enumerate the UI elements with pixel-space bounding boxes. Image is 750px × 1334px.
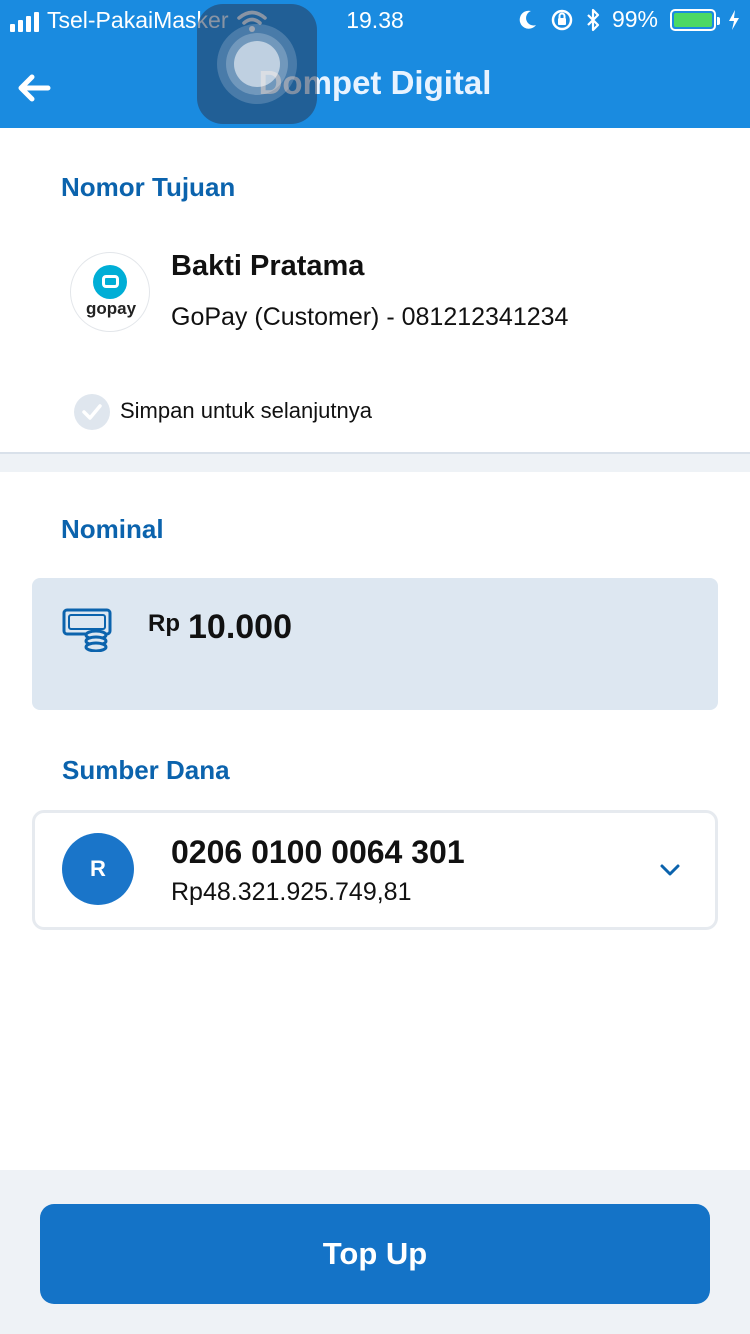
battery-icon — [670, 8, 720, 31]
app-header: Tsel-PakaiMasker 19.38 99% Dompet Digita… — [0, 0, 750, 128]
moon-icon — [519, 10, 536, 29]
destination-section-title: Nomor Tujuan — [61, 172, 236, 202]
gopay-logo-text: gopay — [85, 299, 137, 318]
save-checkbox[interactable] — [74, 394, 110, 430]
save-checkbox-label[interactable]: Simpan untuk selanjutnya — [120, 398, 372, 424]
checkmark-icon — [82, 404, 102, 420]
amount-value[interactable]: 10.000 — [188, 608, 292, 647]
recipient-detail: GoPay (Customer) - 081212341234 — [171, 303, 569, 331]
status-right: 99% — [518, 6, 740, 33]
battery-percent: 99% — [611, 6, 658, 32]
nominal-section-title: Nominal — [61, 514, 164, 544]
account-balance: Rp48.321.925.749,81 — [171, 878, 412, 906]
top-up-button[interactable]: Top Up — [40, 1204, 710, 1304]
wallet-icon — [102, 275, 119, 288]
chevron-down-icon[interactable] — [658, 860, 682, 880]
charging-icon — [729, 9, 739, 30]
amount-input-box[interactable] — [32, 578, 718, 710]
page-title: Dompet Digital — [258, 64, 492, 101]
account-number: 0206 0100 0064 301 — [171, 834, 465, 870]
recipient-name: Bakti Pratama — [171, 250, 365, 282]
account-avatar: R — [62, 833, 134, 905]
assistive-touch-button[interactable] — [197, 4, 317, 124]
source-section-title: Sumber Dana — [62, 755, 230, 785]
gopay-logo: gopay — [70, 252, 150, 332]
currency-label: Rp — [148, 610, 180, 637]
bluetooth-icon — [587, 8, 600, 31]
status-bar: Tsel-PakaiMasker 19.38 99% — [0, 0, 750, 40]
rotation-lock-icon — [551, 9, 573, 30]
money-icon — [62, 608, 112, 652]
